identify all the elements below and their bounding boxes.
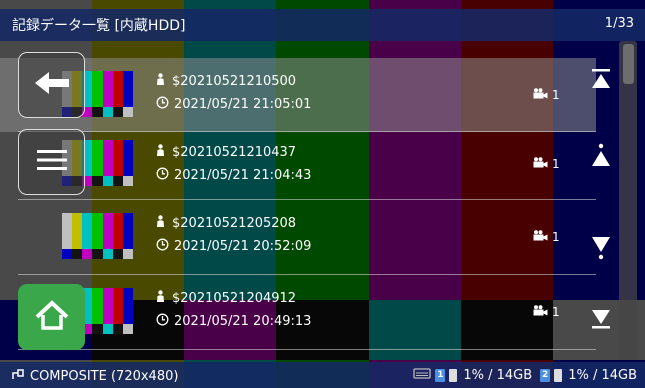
storage-status: 1 1% / 14GB 2 1% / 14GB (413, 367, 637, 383)
input-source-label: COMPOSITE (720x480) (30, 368, 179, 384)
record-date-line: 2021/05/21 21:05:01 (156, 96, 311, 113)
camera-count-value: 1 (552, 88, 560, 102)
slot2-badge: 2 (540, 368, 551, 382)
sd-card-icon (554, 368, 563, 382)
record-date-line: 2021/05/21 21:04:43 (156, 167, 311, 184)
camera-icon (533, 157, 548, 171)
camera-icon (533, 305, 548, 319)
clock-icon (156, 96, 169, 113)
back-arrow-icon (33, 70, 71, 100)
record-name: $20210521205208 (172, 216, 297, 231)
record-name: $20210521210500 (172, 74, 297, 89)
camera-count-value: 1 (552, 230, 560, 244)
scroll-top-button[interactable] (589, 69, 613, 93)
hdd-icon (413, 367, 432, 383)
camera-count-value: 1 (552, 305, 560, 319)
record-row[interactable]: $20210521205208 2021/05/21 20:52:09 1 (0, 200, 596, 275)
record-row[interactable]: $20210521210437 2021/05/21 21:04:43 1 (0, 135, 596, 200)
record-name: $20210521204912 (172, 291, 297, 306)
back-button[interactable] (18, 52, 85, 118)
record-name-line: $20210521210437 (156, 144, 296, 161)
person-icon (156, 73, 165, 90)
header-bar: 記録データ一覧 [内蔵HDD] 1/33 (0, 9, 645, 41)
scroll-page-down-icon (592, 236, 610, 264)
input-source-icon (11, 367, 25, 385)
record-name-line: $20210521205208 (156, 215, 296, 232)
clock-icon (156, 238, 169, 255)
scrollbar-track[interactable] (619, 41, 637, 360)
slot1-badge: 1 (435, 368, 446, 382)
scroll-bottom-icon (592, 309, 610, 333)
camera-count: 1 (533, 230, 560, 244)
record-name-line: $20210521210500 (156, 73, 296, 90)
record-name-line: $20210521204912 (156, 290, 296, 307)
camera-count-value: 1 (552, 157, 560, 171)
record-thumbnail (62, 213, 133, 259)
input-source: COMPOSITE (720x480) (11, 367, 178, 385)
camera-count: 1 (533, 305, 560, 319)
camera-icon (533, 88, 548, 102)
scroll-top-icon (592, 69, 610, 93)
recording-list-screen: 記録データ一覧 [内蔵HDD] 1/33 $20210521210500 2021… (0, 0, 645, 388)
record-datetime: 2021/05/21 21:04:43 (174, 168, 312, 183)
home-button[interactable] (18, 284, 85, 350)
record-name: $20210521210437 (172, 145, 297, 160)
slot1-usage: 1% / 14GB (463, 367, 533, 383)
person-icon (156, 144, 165, 161)
page-counter: 1/33 (604, 16, 634, 31)
status-bar: COMPOSITE (720x480) 1 1% / 14GB 2 1% / 1… (0, 362, 645, 388)
page-title: 記録データ一覧 [内蔵HDD] (12, 18, 186, 34)
menu-button[interactable] (18, 129, 85, 195)
clock-icon (156, 167, 169, 184)
clock-icon (156, 313, 169, 330)
slot2-usage: 1% / 14GB (568, 367, 637, 383)
person-icon (156, 290, 165, 307)
record-row[interactable]: $20210521204912 2021/05/21 20:49:13 1 (0, 275, 596, 350)
scrollbar-thumb[interactable] (623, 44, 634, 84)
camera-count: 1 (533, 88, 560, 102)
menu-icon (36, 148, 67, 176)
record-datetime: 2021/05/21 20:49:13 (174, 314, 312, 329)
sd-card-icon (449, 368, 458, 382)
row-divider (18, 349, 596, 350)
record-datetime: 2021/05/21 21:05:01 (174, 97, 312, 112)
scroll-page-down-button[interactable] (589, 236, 613, 264)
person-icon (156, 215, 165, 232)
scroll-bottom-button[interactable] (589, 309, 613, 333)
record-datetime: 2021/05/21 20:52:09 (174, 239, 312, 254)
row-divider (18, 131, 596, 132)
home-icon (34, 299, 70, 335)
record-date-line: 2021/05/21 20:49:13 (156, 313, 311, 330)
record-date-line: 2021/05/21 20:52:09 (156, 238, 311, 255)
scroll-page-up-button[interactable] (589, 143, 613, 171)
camera-count: 1 (533, 157, 560, 171)
record-row[interactable]: $20210521210500 2021/05/21 21:05:01 1 (0, 58, 596, 132)
camera-icon (533, 230, 548, 244)
scroll-page-up-icon (592, 143, 610, 171)
